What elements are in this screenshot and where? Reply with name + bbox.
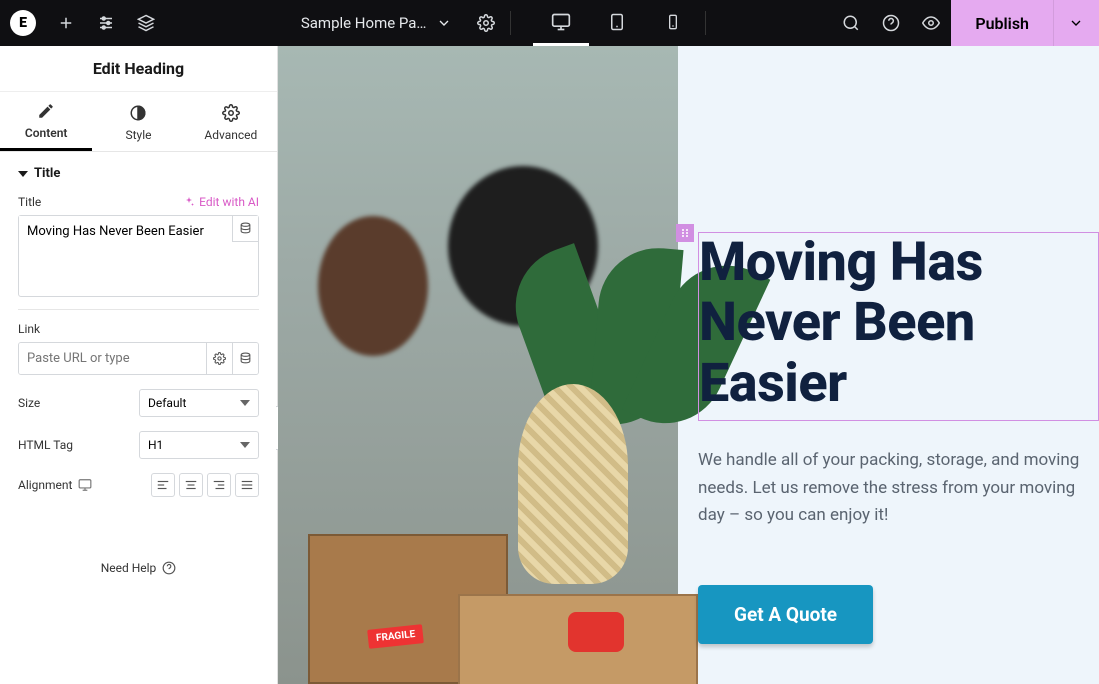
title-input-wrapper (18, 215, 259, 297)
desktop-icon (551, 12, 571, 32)
align-right-button[interactable] (207, 473, 231, 497)
device-mobile[interactable] (645, 0, 701, 46)
caret-down-icon (240, 398, 250, 408)
hero-paragraph[interactable]: We handle all of your packing, storage, … (698, 447, 1099, 529)
align-center-icon (184, 478, 198, 492)
pencil-icon (37, 102, 55, 120)
link-input-wrapper (18, 342, 259, 375)
sparkle-icon (183, 196, 195, 208)
device-desktop[interactable] (533, 0, 589, 46)
page-settings-button[interactable] (466, 0, 506, 46)
gear-icon (222, 104, 240, 122)
page-selector[interactable]: Sample Home Pa… (287, 0, 467, 46)
device-tablet[interactable] (589, 0, 645, 46)
section-title-toggle[interactable]: Title (18, 166, 259, 181)
hero-heading[interactable]: Moving Has Never Been Easier (699, 233, 1092, 414)
title-input[interactable] (19, 216, 258, 292)
title-field-label: Title (18, 195, 41, 209)
link-options-button[interactable] (206, 343, 232, 374)
widget-title: Edit Heading (0, 46, 277, 92)
mobile-icon (665, 14, 681, 30)
device-switcher (533, 0, 701, 46)
tab-style[interactable]: Style (92, 92, 184, 151)
caret-down-icon (240, 440, 250, 450)
cta-button[interactable]: Get A Quote (698, 585, 873, 644)
link-dynamic-button[interactable] (232, 343, 258, 374)
gear-icon (213, 352, 226, 365)
app-logo[interactable]: E (0, 0, 46, 46)
finder-button[interactable] (831, 0, 871, 46)
plus-icon (57, 14, 75, 32)
size-label: Size (18, 396, 40, 410)
contrast-icon (129, 104, 147, 122)
search-icon (842, 14, 860, 32)
site-settings-button[interactable] (86, 0, 126, 46)
publish-button[interactable]: Publish (951, 0, 1053, 46)
alignment-label: Alignment (18, 478, 92, 492)
sliders-icon (97, 14, 115, 32)
align-center-button[interactable] (179, 473, 203, 497)
widget-edit-handle[interactable] (676, 224, 694, 242)
align-left-button[interactable] (151, 473, 175, 497)
preview-button[interactable] (911, 0, 951, 46)
caret-down-icon (18, 169, 28, 179)
page-title-text: Sample Home Pa… (301, 14, 427, 32)
hero-image[interactable]: FRAGILE (278, 46, 678, 684)
tab-advanced[interactable]: Advanced (185, 92, 277, 151)
title-dynamic-button[interactable] (232, 216, 258, 242)
add-element-button[interactable] (46, 0, 86, 46)
layers-icon (137, 14, 155, 32)
help-icon (162, 561, 176, 575)
help-button[interactable] (871, 0, 911, 46)
database-icon (239, 222, 252, 235)
edit-with-ai-button[interactable]: Edit with AI (183, 195, 259, 209)
tab-content[interactable]: Content (0, 92, 92, 151)
chevron-down-icon (436, 15, 452, 31)
chevron-down-icon (1068, 15, 1084, 31)
htmltag-label: HTML Tag (18, 438, 73, 452)
preview-canvas[interactable]: FRAGILE Moving Has Never Been Easier We … (278, 46, 1099, 684)
topbar: E Sample Home Pa… (0, 0, 1099, 46)
desktop-icon (78, 478, 92, 492)
selected-widget-frame[interactable]: Moving Has Never Been Easier (698, 232, 1099, 421)
gear-icon (477, 14, 495, 32)
help-icon (882, 14, 900, 32)
need-help-link[interactable]: Need Help (18, 561, 259, 575)
size-select[interactable]: Default (139, 389, 259, 417)
align-justify-button[interactable] (235, 473, 259, 497)
link-field-label: Link (18, 322, 40, 336)
align-justify-icon (240, 478, 254, 492)
link-input[interactable] (19, 343, 206, 374)
align-left-icon (156, 478, 170, 492)
htmltag-select[interactable]: H1 (139, 431, 259, 459)
publish-options-button[interactable] (1053, 0, 1099, 46)
tablet-icon (608, 13, 626, 31)
editor-sidebar: Edit Heading Content Style Advanced Titl… (0, 46, 278, 684)
structure-button[interactable] (126, 0, 166, 46)
eye-icon (922, 14, 940, 32)
widget-tabs: Content Style Advanced (0, 92, 277, 152)
align-right-icon (212, 478, 226, 492)
database-icon (239, 352, 252, 365)
grip-icon (679, 227, 691, 239)
